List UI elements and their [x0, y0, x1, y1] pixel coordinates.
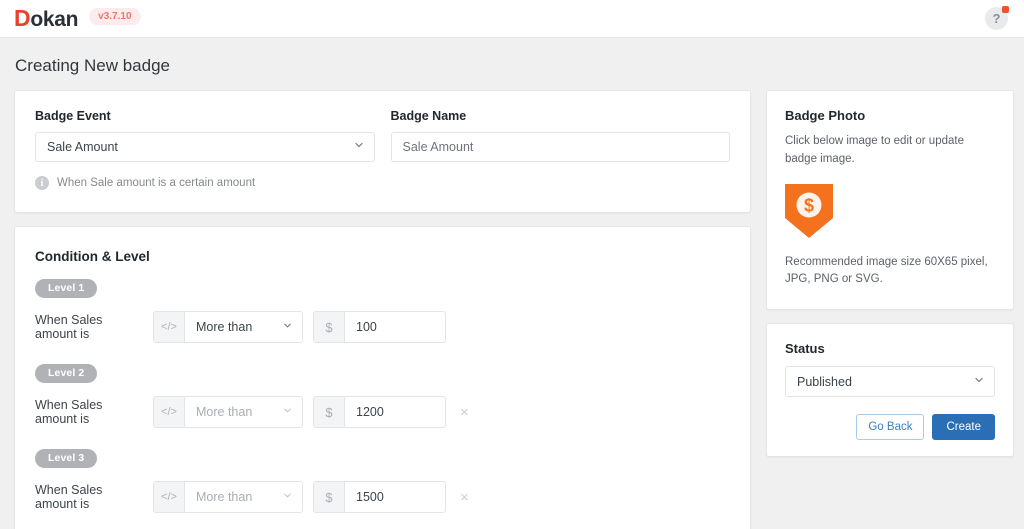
condition-section-title: Condition & Level — [35, 249, 150, 264]
currency-icon: $ — [314, 397, 345, 427]
dollar-shield-badge-icon: $ — [785, 183, 833, 238]
status-actions: Go Back Create — [785, 414, 995, 441]
code-icon: </> — [154, 397, 185, 427]
badge-event-hint-text: When Sale amount is a certain amount — [57, 177, 256, 189]
condition-row: When Sales amount is </> More than — [35, 396, 730, 428]
condition-row-label: When Sales amount is — [35, 313, 103, 341]
amount-combo: $ — [313, 396, 446, 428]
notification-dot-icon — [1002, 6, 1009, 13]
status-card: Status Published Go Back Create — [766, 323, 1014, 458]
operator-select[interactable]: More than — [185, 312, 302, 342]
amount-input[interactable] — [345, 397, 445, 427]
amount-combo: $ — [313, 311, 446, 343]
sidebar-column: Badge Photo Click below image to edit or… — [766, 90, 1014, 458]
badge-event-select[interactable]: Sale Amount — [35, 132, 375, 162]
badge-event-field: Badge Event Sale Amount i When Sale amou… — [35, 109, 375, 190]
logo-text: okan — [30, 8, 79, 31]
condition-row-label: When Sales amount is — [35, 398, 103, 426]
remove-level-icon[interactable]: × — [456, 405, 473, 420]
badge-event-label: Badge Event — [35, 109, 111, 123]
badge-basics-card: Badge Event Sale Amount i When Sale amou… — [14, 90, 751, 213]
badge-photo-description: Click below image to edit or update badg… — [785, 135, 964, 165]
code-icon: </> — [154, 482, 185, 512]
level-pill: Level 2 — [35, 364, 98, 383]
amount-input[interactable] — [345, 482, 445, 512]
level-group-2: Level 2 When Sales amount is </> More th… — [35, 363, 730, 428]
level-group-3: Level 3 When Sales amount is </> More th… — [35, 448, 730, 513]
status-select-wrap: Published — [785, 366, 995, 398]
condition-level-card: Condition & Level Level 1 When Sales amo… — [14, 226, 751, 529]
operator-combo: </> More than — [153, 396, 303, 428]
code-icon: </> — [154, 312, 185, 342]
amount-combo: $ — [313, 481, 446, 513]
currency-icon: $ — [314, 482, 345, 512]
operator-select-wrap: More than — [185, 312, 302, 342]
badge-image[interactable]: $ — [785, 183, 833, 238]
operator-select[interactable]: More than — [185, 397, 302, 427]
condition-row: When Sales amount is </> More than — [35, 481, 730, 513]
go-back-button[interactable]: Go Back — [856, 414, 925, 441]
operator-combo: </> More than — [153, 481, 303, 513]
badge-event-hint: i When Sale amount is a certain amount — [35, 176, 375, 190]
badge-photo-card: Badge Photo Click below image to edit or… — [766, 90, 1014, 311]
version-badge: v3.7.10 — [89, 8, 141, 25]
header-actions: ? — [985, 6, 1009, 30]
badge-name-label: Badge Name — [390, 109, 467, 123]
page-layout: Badge Event Sale Amount i When Sale amou… — [0, 90, 1024, 529]
operator-select-wrap: More than — [185, 397, 302, 427]
page-title: Creating New badge — [15, 56, 170, 75]
operator-combo: </> More than — [153, 311, 303, 343]
level-pill: Level 3 — [35, 449, 98, 468]
status-select[interactable]: Published — [785, 366, 995, 398]
main-column: Badge Event Sale Amount i When Sale amou… — [14, 90, 751, 529]
top-header-bar: Dokan v3.7.10 ? — [0, 0, 1024, 38]
operator-select-wrap: More than — [185, 482, 302, 512]
level-group-1: Level 1 When Sales amount is </> More th… — [35, 278, 730, 343]
svg-text:$: $ — [804, 195, 814, 215]
condition-row: When Sales amount is </> More than — [35, 311, 730, 343]
status-title: Status — [785, 341, 825, 357]
info-icon: i — [35, 176, 49, 190]
badge-event-select-wrap: Sale Amount — [35, 132, 375, 162]
condition-row-label: When Sales amount is — [35, 483, 103, 511]
badge-name-field: Badge Name — [390, 109, 730, 190]
badge-photo-title: Badge Photo — [785, 108, 866, 123]
badge-photo-recommendation: Recommended image size 60X65 pixel, JPG,… — [785, 255, 988, 286]
level-pill: Level 1 — [35, 279, 98, 298]
dokan-logo[interactable]: Dokan — [14, 5, 78, 32]
remove-level-icon[interactable]: × — [456, 490, 473, 505]
create-button[interactable]: Create — [932, 414, 995, 441]
amount-input[interactable] — [345, 312, 445, 342]
logo-letter-d: D — [14, 5, 31, 31]
currency-icon: $ — [314, 312, 345, 342]
operator-select[interactable]: More than — [185, 482, 302, 512]
badge-name-input[interactable] — [390, 132, 730, 162]
